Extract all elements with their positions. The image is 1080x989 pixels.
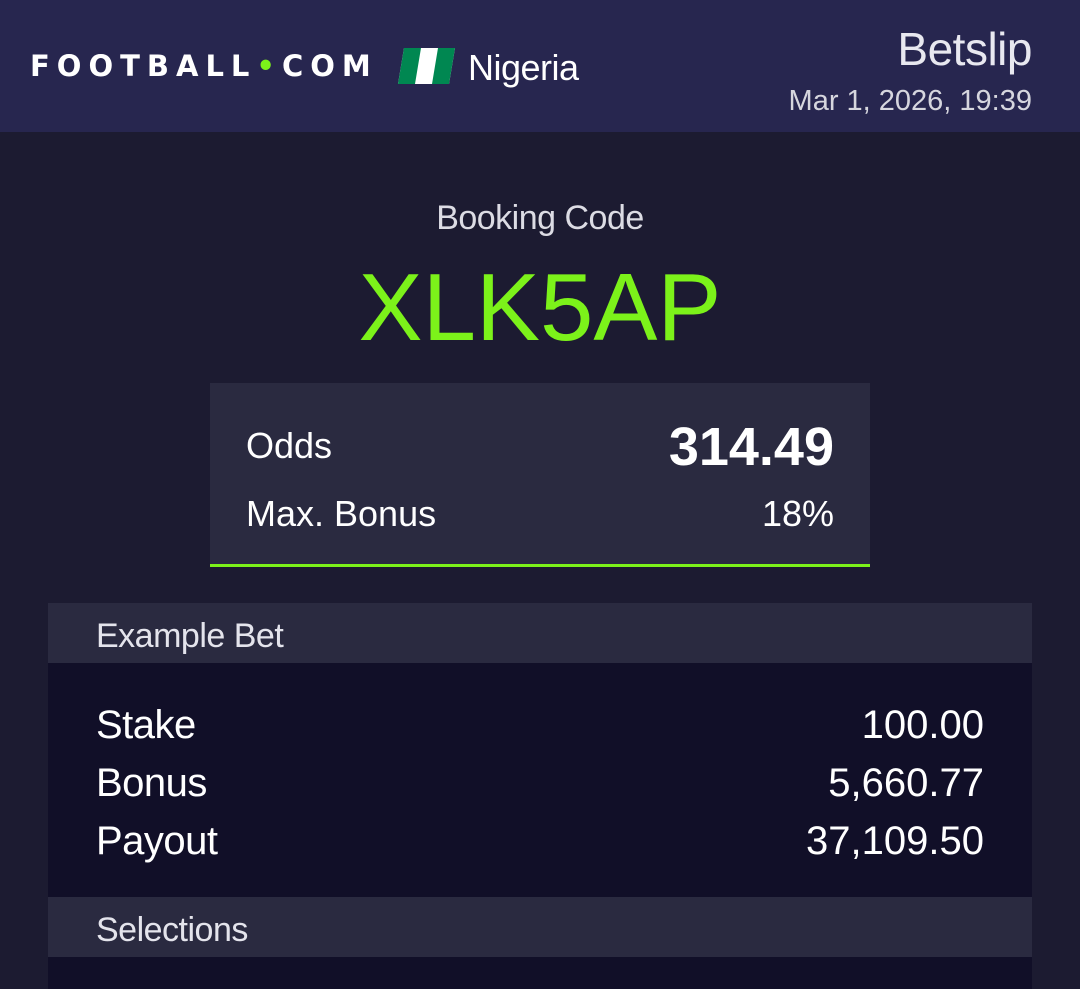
selections-list — [48, 957, 1032, 989]
brand-main: FOOTBALL — [30, 49, 257, 83]
example-bet-title: Example Bet — [96, 617, 284, 655]
odds-value: 314.49 — [668, 417, 834, 477]
example-bet-header: Example Bet — [48, 603, 1032, 663]
bonus-label: Bonus — [96, 761, 207, 805]
booking-code-value[interactable]: XLK5AP — [0, 258, 1080, 358]
page-title: Betslip — [897, 23, 1032, 75]
odds-label: Odds — [246, 425, 333, 466]
brand-logo: FOOTBALL•COM — [30, 49, 378, 83]
bonus-value: 5,660.77 — [828, 761, 984, 805]
example-bet-body: Stake 100.00 Bonus 5,660.77 Payout 37,10… — [48, 663, 1032, 897]
brand-tld: COM — [281, 49, 378, 83]
header-bar: FOOTBALL•COM Nigeria Betslip Mar 1, 2026… — [0, 0, 1080, 132]
max-bonus-value: 18% — [761, 493, 834, 534]
country-label: Nigeria — [468, 47, 579, 88]
payout-value: 37,109.50 — [806, 819, 984, 863]
max-bonus-label: Max. Bonus — [246, 493, 437, 534]
booking-code-label: Booking Code — [436, 199, 644, 237]
betslip-page: FOOTBALL•COM Nigeria Betslip Mar 1, 2026… — [0, 0, 1080, 989]
datetime-label: Mar 1, 2026, 19:39 — [788, 85, 1032, 117]
brand-dot: • — [256, 49, 282, 83]
selections-title: Selections — [96, 911, 248, 949]
nigeria-flag-icon — [398, 48, 455, 84]
odds-summary-box: Odds 314.49 Max. Bonus 18% — [210, 383, 870, 567]
stake-label: Stake — [96, 703, 196, 747]
payout-label: Payout — [96, 819, 218, 863]
stake-value: 100.00 — [861, 703, 984, 747]
selections-header: Selections — [48, 897, 1032, 957]
